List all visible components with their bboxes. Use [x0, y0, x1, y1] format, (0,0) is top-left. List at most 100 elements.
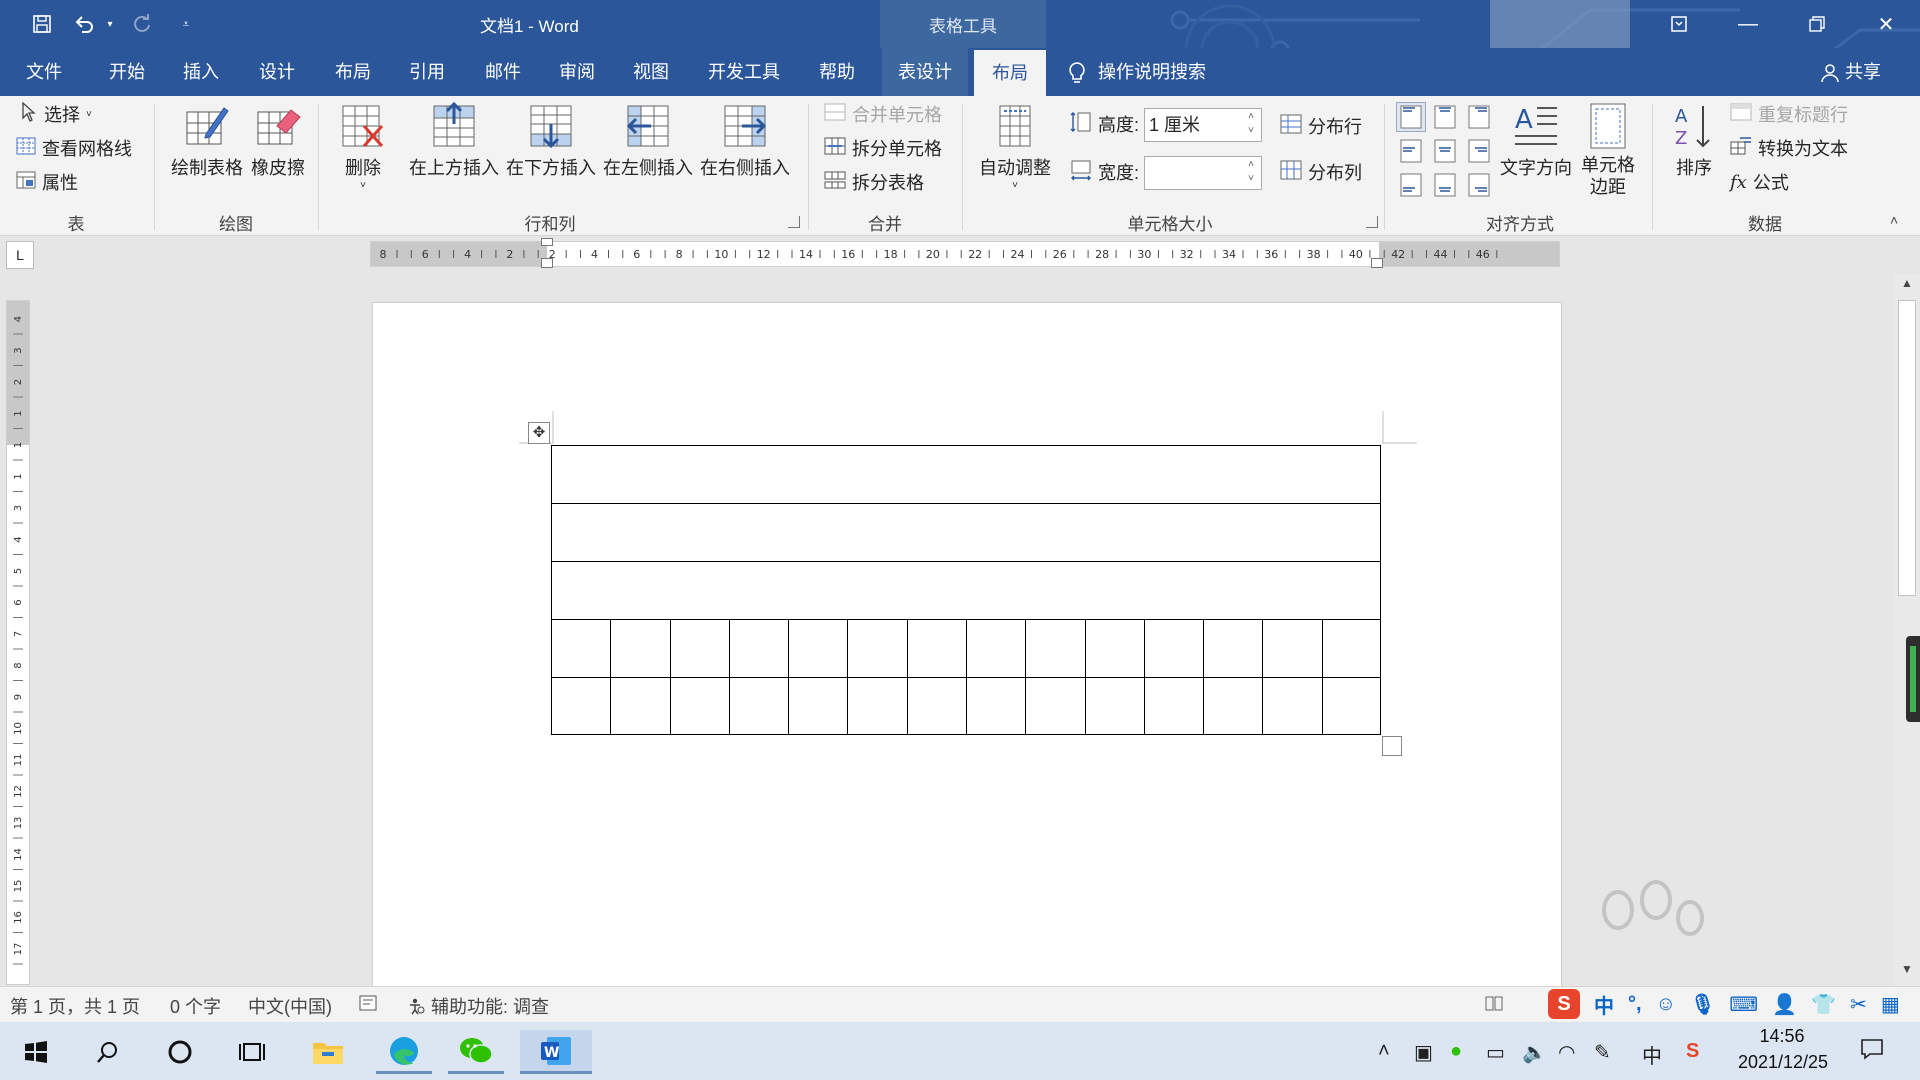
cortana-icon[interactable]	[152, 1030, 208, 1074]
align-bottom-center-icon[interactable]	[1430, 170, 1460, 200]
row-height-input[interactable]: 1 厘米 ˄ ˅	[1144, 108, 1262, 142]
track-macro-icon[interactable]	[358, 993, 378, 1018]
ribbon-display-options-icon[interactable]	[1645, 0, 1713, 48]
side-dock-tab[interactable]	[1906, 636, 1920, 722]
split-table-button[interactable]: 拆分表格	[824, 168, 924, 196]
volume-icon[interactable]: 🔈	[1522, 1040, 1547, 1065]
tab-mailings[interactable]: 邮件	[468, 48, 538, 96]
tab-help[interactable]: 帮助	[802, 48, 872, 96]
left-indent-marker[interactable]	[541, 258, 553, 268]
document-table[interactable]	[551, 445, 1381, 735]
tell-me-search[interactable]: 操作说明搜索	[1068, 48, 1206, 96]
word-app-icon[interactable]: W	[520, 1030, 592, 1074]
scrollbar-thumb[interactable]	[1898, 300, 1916, 596]
undo-icon[interactable]	[70, 10, 98, 38]
grid-menu-icon[interactable]: ▦	[1881, 992, 1900, 1017]
tray-overflow-chevron-icon[interactable]: ˄	[1378, 1040, 1390, 1063]
tray-input-language[interactable]: 中	[1642, 1040, 1662, 1069]
align-bottom-right-icon[interactable]	[1464, 170, 1494, 200]
tray-app-icon[interactable]: ▣	[1414, 1040, 1433, 1065]
text-direction-button[interactable]: A 文字方向	[1498, 102, 1574, 180]
merge-cells-button[interactable]: 合并单元格	[824, 100, 942, 128]
tab-table-layout[interactable]: 布局	[974, 50, 1046, 96]
vertical-ruler[interactable]: 4 3 2 1 1 1 3 4 5 6 7 8 9 10 11 12 13 14 15 16 17	[6, 300, 30, 985]
insert-right-button[interactable]: 在右侧插入	[698, 102, 792, 180]
eraser-button[interactable]: 橡皮擦	[248, 102, 308, 180]
vertical-scrollbar[interactable]: ▲ ▼	[1894, 274, 1920, 986]
minimize-icon[interactable]: —	[1714, 0, 1782, 48]
clock-date[interactable]: 2021/12/25	[1722, 1052, 1844, 1073]
save-icon[interactable]	[28, 10, 56, 38]
split-cells-button[interactable]: 拆分单元格	[824, 134, 942, 162]
share-button[interactable]: 共享	[1820, 48, 1881, 96]
first-line-indent-marker[interactable]	[541, 238, 553, 246]
properties-button[interactable]: 属性	[16, 168, 78, 196]
tab-file[interactable]: 文件	[0, 48, 88, 96]
delete-button[interactable]: 删除 ˅	[334, 102, 392, 191]
select-button[interactable]: 选择 ˅	[20, 100, 92, 128]
view-gridlines-button[interactable]: 查看网格线	[16, 134, 132, 162]
customize-qat-icon[interactable]: ⩡	[172, 10, 200, 38]
scroll-up-icon[interactable]: ▲	[1894, 276, 1920, 298]
repeat-header-rows-button[interactable]: 重复标题行	[1730, 100, 1848, 128]
align-top-right-icon[interactable]	[1464, 102, 1494, 132]
align-top-left-icon[interactable]	[1396, 102, 1426, 132]
scissors-icon[interactable]: ✂	[1850, 992, 1867, 1017]
tab-developer[interactable]: 开发工具	[696, 48, 792, 96]
column-width-input[interactable]: ˄ ˅	[1144, 156, 1262, 190]
dialog-launcher-icon[interactable]	[1366, 216, 1378, 228]
redo-icon[interactable]	[128, 10, 156, 38]
align-middle-right-icon[interactable]	[1464, 136, 1494, 166]
spinner-arrows-icon[interactable]: ˄ ˅	[1243, 158, 1259, 188]
sort-button[interactable]: AZ 排序	[1664, 102, 1724, 180]
dialog-launcher-icon[interactable]	[788, 216, 800, 228]
clock-time[interactable]: 14:56	[1752, 1026, 1812, 1047]
tab-selector[interactable]: L	[6, 241, 34, 269]
collapse-ribbon-icon[interactable]: ˄	[1890, 212, 1898, 228]
convert-to-text-button[interactable]: 转换为文本	[1730, 134, 1848, 162]
word-count[interactable]: 0 个字	[170, 993, 221, 1019]
tab-insert[interactable]: 插入	[166, 48, 236, 96]
wifi-icon[interactable]: ◠	[1558, 1040, 1575, 1065]
distribute-columns-button[interactable]: 分布列	[1280, 158, 1362, 186]
tab-table-design[interactable]: 表设计	[882, 48, 968, 96]
tab-layout[interactable]: 布局	[318, 48, 388, 96]
scroll-down-icon[interactable]: ▼	[1894, 962, 1920, 984]
insert-above-button[interactable]: 在上方插入	[408, 101, 500, 180]
autofit-button[interactable]: 自动调整 ˅	[974, 102, 1056, 191]
close-icon[interactable]: ✕	[1852, 0, 1920, 48]
tab-design[interactable]: 设计	[242, 48, 312, 96]
tab-view[interactable]: 视图	[616, 48, 686, 96]
table-resize-handle[interactable]	[1382, 736, 1402, 756]
wechat-icon[interactable]	[448, 1030, 504, 1074]
search-icon[interactable]	[80, 1030, 136, 1074]
accessibility-checker[interactable]: 辅助功能: 调查	[408, 993, 549, 1019]
battery-icon[interactable]: ▭	[1486, 1040, 1505, 1065]
formula-button[interactable]: fx 公式	[1730, 168, 1789, 196]
tab-review[interactable]: 审阅	[542, 48, 612, 96]
spinner-arrows-icon[interactable]: ˄ ˅	[1243, 110, 1259, 140]
insert-below-button[interactable]: 在下方插入	[504, 102, 598, 180]
tray-wechat-icon[interactable]: ●	[1450, 1040, 1462, 1063]
pen-icon[interactable]: ✎	[1594, 1040, 1611, 1065]
right-indent-marker[interactable]	[1371, 258, 1383, 268]
language-indicator[interactable]: 中文(中国)	[248, 993, 332, 1019]
align-middle-left-icon[interactable]	[1396, 136, 1426, 166]
cell-margins-button[interactable]: 单元格 边距	[1576, 102, 1640, 198]
align-bottom-left-icon[interactable]	[1396, 170, 1426, 200]
align-middle-center-icon[interactable]	[1430, 136, 1460, 166]
tab-references[interactable]: 引用	[392, 48, 462, 96]
file-explorer-icon[interactable]	[300, 1030, 356, 1074]
restore-icon[interactable]	[1783, 0, 1851, 48]
windows-start-icon[interactable]	[8, 1030, 64, 1074]
page-count[interactable]: 第 1 页，共 1 页	[10, 993, 140, 1019]
undo-dropdown-icon[interactable]: ▾	[96, 10, 124, 38]
document-page[interactable]	[372, 302, 1562, 992]
horizontal-ruler[interactable]: 8 6 4 2 2 4 6 8 10 12 14 16 18 20 22 24 26 28 30 32 34 36 38 40…	[370, 238, 1560, 268]
draw-table-button[interactable]: 绘制表格	[168, 102, 246, 180]
insert-left-button[interactable]: 在左侧插入	[602, 102, 694, 180]
align-top-center-icon[interactable]	[1430, 102, 1460, 132]
distribute-rows-button[interactable]: 分布行	[1280, 112, 1362, 140]
table-move-handle-icon[interactable]: ✥	[528, 422, 550, 444]
notification-center-icon[interactable]	[1860, 1038, 1884, 1066]
